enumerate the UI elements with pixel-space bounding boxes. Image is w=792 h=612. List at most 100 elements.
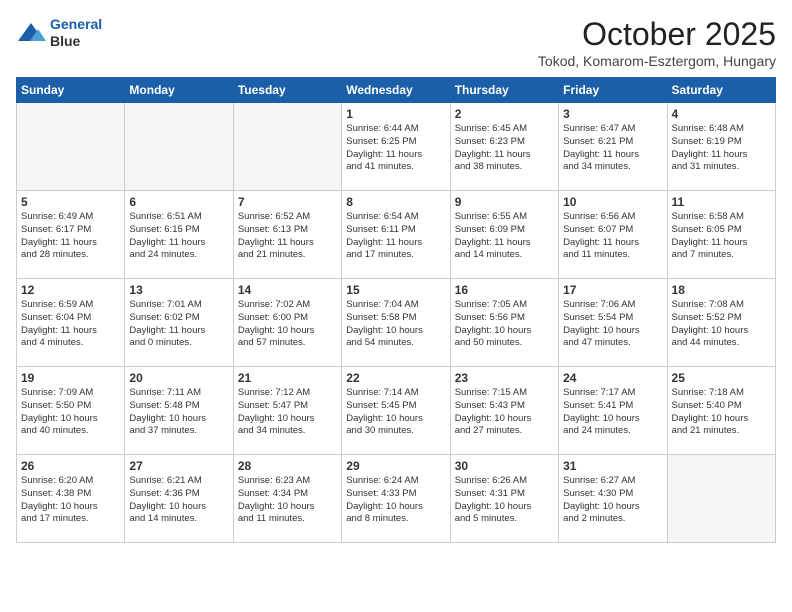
month-title: October 2025	[538, 16, 776, 53]
day-number: 25	[672, 371, 771, 385]
day-number: 16	[455, 283, 554, 297]
week-row-5: 26 Sunrise: 6:20 AM Sunset: 4:38 PM Dayli…	[17, 455, 776, 543]
calendar-cell: 21 Sunrise: 7:12 AM Sunset: 5:47 PM Dayli…	[233, 367, 341, 455]
logo: General Blue	[16, 16, 102, 50]
calendar-cell: 25 Sunrise: 7:18 AM Sunset: 5:40 PM Dayli…	[667, 367, 775, 455]
day-info: Sunrise: 6:27 AM Sunset: 4:30 PM Dayligh…	[563, 475, 662, 526]
day-number: 22	[346, 371, 445, 385]
day-info: Sunrise: 6:49 AM Sunset: 6:17 PM Dayligh…	[21, 211, 120, 262]
day-number: 29	[346, 459, 445, 473]
day-number: 26	[21, 459, 120, 473]
logo-line1: General	[50, 16, 102, 32]
day-info: Sunrise: 6:59 AM Sunset: 6:04 PM Dayligh…	[21, 299, 120, 350]
day-number: 5	[21, 195, 120, 209]
day-info: Sunrise: 7:18 AM Sunset: 5:40 PM Dayligh…	[672, 387, 771, 438]
day-number: 14	[238, 283, 337, 297]
day-number: 12	[21, 283, 120, 297]
day-number: 21	[238, 371, 337, 385]
week-row-1: 1Sunrise: 6:44 AM Sunset: 6:25 PM Daylig…	[17, 103, 776, 191]
calendar-cell: 9 Sunrise: 6:55 AM Sunset: 6:09 PM Daylig…	[450, 191, 558, 279]
location-subtitle: Tokod, Komarom-Esztergom, Hungary	[538, 53, 776, 69]
day-info: Sunrise: 7:08 AM Sunset: 5:52 PM Dayligh…	[672, 299, 771, 350]
weekday-header-row: SundayMondayTuesdayWednesdayThursdayFrid…	[17, 78, 776, 103]
day-number: 1	[346, 107, 445, 121]
calendar-cell: 7 Sunrise: 6:52 AM Sunset: 6:13 PM Daylig…	[233, 191, 341, 279]
calendar-cell: 30 Sunrise: 6:26 AM Sunset: 4:31 PM Dayli…	[450, 455, 558, 543]
day-info: Sunrise: 7:01 AM Sunset: 6:02 PM Dayligh…	[129, 299, 228, 350]
calendar-cell: 12 Sunrise: 6:59 AM Sunset: 6:04 PM Dayli…	[17, 279, 125, 367]
day-number: 23	[455, 371, 554, 385]
day-number: 7	[238, 195, 337, 209]
day-info: Sunrise: 7:11 AM Sunset: 5:48 PM Dayligh…	[129, 387, 228, 438]
day-number: 30	[455, 459, 554, 473]
day-info: Sunrise: 6:21 AM Sunset: 4:36 PM Dayligh…	[129, 475, 228, 526]
day-info: Sunrise: 7:17 AM Sunset: 5:41 PM Dayligh…	[563, 387, 662, 438]
calendar-cell	[125, 103, 233, 191]
calendar-cell: 10Sunrise: 6:56 AM Sunset: 6:07 PM Dayli…	[559, 191, 667, 279]
day-info: Sunrise: 6:54 AM Sunset: 6:11 PM Dayligh…	[346, 211, 445, 262]
day-info: Sunrise: 6:20 AM Sunset: 4:38 PM Dayligh…	[21, 475, 120, 526]
weekday-header-tuesday: Tuesday	[233, 78, 341, 103]
day-info: Sunrise: 6:56 AM Sunset: 6:07 PM Dayligh…	[563, 211, 662, 262]
calendar-cell: 2Sunrise: 6:45 AM Sunset: 6:23 PM Daylig…	[450, 103, 558, 191]
calendar-cell: 16 Sunrise: 7:05 AM Sunset: 5:56 PM Dayli…	[450, 279, 558, 367]
day-number: 24	[563, 371, 662, 385]
weekday-header-monday: Monday	[125, 78, 233, 103]
day-number: 15	[346, 283, 445, 297]
calendar-cell: 23 Sunrise: 7:15 AM Sunset: 5:43 PM Dayli…	[450, 367, 558, 455]
weekday-header-thursday: Thursday	[450, 78, 558, 103]
calendar-cell: 5 Sunrise: 6:49 AM Sunset: 6:17 PM Daylig…	[17, 191, 125, 279]
calendar-cell: 4Sunrise: 6:48 AM Sunset: 6:19 PM Daylig…	[667, 103, 775, 191]
day-info: Sunrise: 6:45 AM Sunset: 6:23 PM Dayligh…	[455, 123, 554, 174]
day-number: 9	[455, 195, 554, 209]
calendar-cell: 20Sunrise: 7:11 AM Sunset: 5:48 PM Dayli…	[125, 367, 233, 455]
calendar-cell: 11 Sunrise: 6:58 AM Sunset: 6:05 PM Dayli…	[667, 191, 775, 279]
page-header: General Blue October 2025 Tokod, Komarom…	[16, 16, 776, 69]
week-row-3: 12 Sunrise: 6:59 AM Sunset: 6:04 PM Dayli…	[17, 279, 776, 367]
calendar-cell	[667, 455, 775, 543]
calendar-cell: 1Sunrise: 6:44 AM Sunset: 6:25 PM Daylig…	[342, 103, 450, 191]
day-info: Sunrise: 7:06 AM Sunset: 5:54 PM Dayligh…	[563, 299, 662, 350]
day-number: 18	[672, 283, 771, 297]
day-info: Sunrise: 7:04 AM Sunset: 5:58 PM Dayligh…	[346, 299, 445, 350]
calendar-cell: 18 Sunrise: 7:08 AM Sunset: 5:52 PM Dayli…	[667, 279, 775, 367]
calendar-cell: 8 Sunrise: 6:54 AM Sunset: 6:11 PM Daylig…	[342, 191, 450, 279]
title-block: October 2025 Tokod, Komarom-Esztergom, H…	[538, 16, 776, 69]
day-number: 28	[238, 459, 337, 473]
weekday-header-sunday: Sunday	[17, 78, 125, 103]
calendar-cell	[233, 103, 341, 191]
day-number: 31	[563, 459, 662, 473]
day-info: Sunrise: 6:58 AM Sunset: 6:05 PM Dayligh…	[672, 211, 771, 262]
calendar-cell: 15 Sunrise: 7:04 AM Sunset: 5:58 PM Dayli…	[342, 279, 450, 367]
calendar-cell: 29 Sunrise: 6:24 AM Sunset: 4:33 PM Dayli…	[342, 455, 450, 543]
calendar-cell: 17Sunrise: 7:06 AM Sunset: 5:54 PM Dayli…	[559, 279, 667, 367]
day-info: Sunrise: 6:52 AM Sunset: 6:13 PM Dayligh…	[238, 211, 337, 262]
weekday-header-wednesday: Wednesday	[342, 78, 450, 103]
day-number: 13	[129, 283, 228, 297]
day-number: 8	[346, 195, 445, 209]
calendar-cell: 3 Sunrise: 6:47 AM Sunset: 6:21 PM Daylig…	[559, 103, 667, 191]
day-info: Sunrise: 7:02 AM Sunset: 6:00 PM Dayligh…	[238, 299, 337, 350]
day-info: Sunrise: 6:55 AM Sunset: 6:09 PM Dayligh…	[455, 211, 554, 262]
day-number: 11	[672, 195, 771, 209]
calendar-cell: 13 Sunrise: 7:01 AM Sunset: 6:02 PM Dayli…	[125, 279, 233, 367]
calendar-cell: 24 Sunrise: 7:17 AM Sunset: 5:41 PM Dayli…	[559, 367, 667, 455]
week-row-2: 5 Sunrise: 6:49 AM Sunset: 6:17 PM Daylig…	[17, 191, 776, 279]
calendar-cell	[17, 103, 125, 191]
week-row-4: 19Sunrise: 7:09 AM Sunset: 5:50 PM Dayli…	[17, 367, 776, 455]
day-info: Sunrise: 7:14 AM Sunset: 5:45 PM Dayligh…	[346, 387, 445, 438]
logo-icon	[16, 21, 46, 45]
day-info: Sunrise: 6:26 AM Sunset: 4:31 PM Dayligh…	[455, 475, 554, 526]
weekday-header-saturday: Saturday	[667, 78, 775, 103]
day-info: Sunrise: 6:47 AM Sunset: 6:21 PM Dayligh…	[563, 123, 662, 174]
calendar-cell: 28Sunrise: 6:23 AM Sunset: 4:34 PM Dayli…	[233, 455, 341, 543]
calendar-cell: 22 Sunrise: 7:14 AM Sunset: 5:45 PM Dayli…	[342, 367, 450, 455]
day-info: Sunrise: 6:48 AM Sunset: 6:19 PM Dayligh…	[672, 123, 771, 174]
day-info: Sunrise: 7:05 AM Sunset: 5:56 PM Dayligh…	[455, 299, 554, 350]
day-number: 27	[129, 459, 228, 473]
day-info: Sunrise: 7:15 AM Sunset: 5:43 PM Dayligh…	[455, 387, 554, 438]
logo-line2: Blue	[50, 33, 102, 50]
day-info: Sunrise: 7:12 AM Sunset: 5:47 PM Dayligh…	[238, 387, 337, 438]
day-info: Sunrise: 6:24 AM Sunset: 4:33 PM Dayligh…	[346, 475, 445, 526]
day-number: 3	[563, 107, 662, 121]
